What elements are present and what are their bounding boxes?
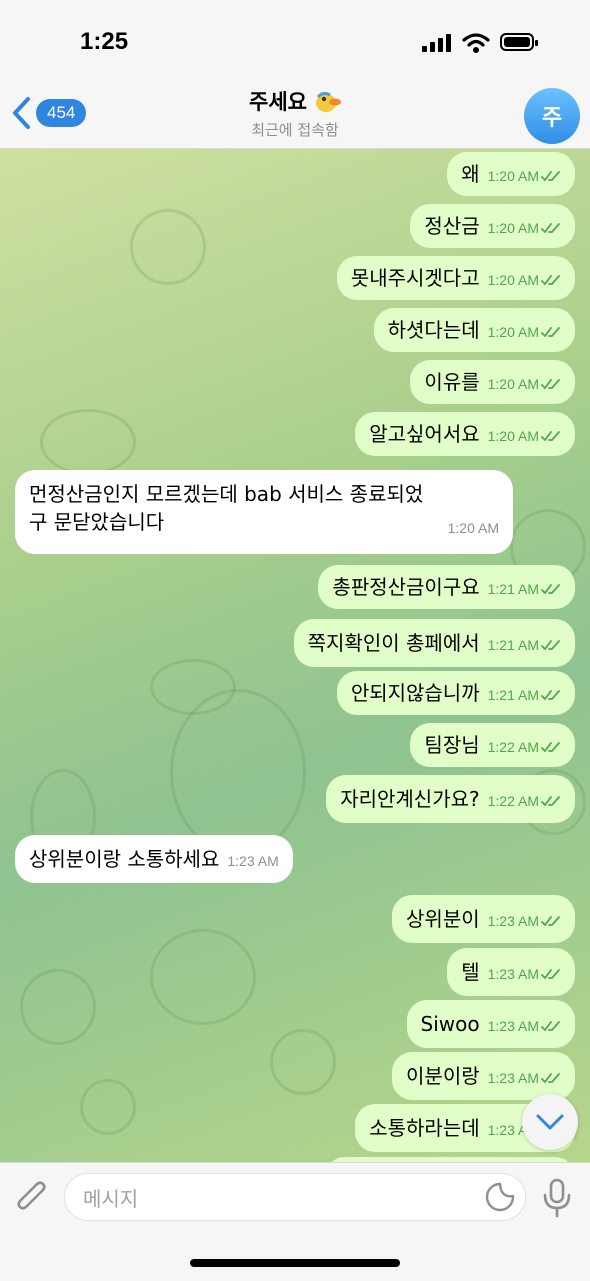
background-doodle [170, 689, 306, 855]
message-text: 이분이랑 [406, 1064, 480, 1088]
signal-icon [422, 34, 451, 52]
message-time: 1:23 AM [227, 853, 279, 869]
message-time: 1:20 AM [487, 376, 539, 392]
double-check-icon [541, 796, 560, 807]
double-check-icon [541, 690, 560, 701]
message-bubble-outgoing[interactable]: 이분이랑 1:23 AM [392, 1052, 575, 1100]
message-text: 텔 [461, 960, 480, 984]
double-check-icon [541, 916, 560, 927]
message-text: 안되지않습니까 [350, 681, 480, 705]
double-check-icon [541, 275, 560, 286]
message-time: 1:21 AM [487, 687, 539, 703]
message-text: 소통하라는데 [369, 1116, 480, 1140]
double-check-icon [541, 584, 560, 595]
microphone-icon[interactable] [542, 1177, 572, 1219]
battery-icon [500, 33, 538, 51]
message-bubble-incoming[interactable]: 상위분이랑 소통하세요 1:23 AM [15, 835, 293, 883]
message-bubble-outgoing[interactable]: 안되지않습니까 1:21 AM [336, 671, 575, 715]
message-text: 못내주시겟다고 [350, 266, 480, 290]
message-time: 1:20 AM [487, 428, 539, 444]
message-bubble-outgoing[interactable]: 왜 1:20 AM [447, 152, 575, 196]
message-text: Siwoo [420, 1012, 480, 1036]
status-bar: 1:25 [0, 0, 590, 80]
message-time: 1:22 AM [487, 739, 539, 755]
message-text: 왜 [461, 162, 480, 186]
background-doodle [20, 969, 96, 1045]
message-bubble-incoming[interactable]: 먼정산금인지 모르겠는데 bab 서비스 종료되었 구 문닫았습니다 1:20 … [15, 470, 513, 554]
last-seen-status: 최근에 접속함 [251, 121, 339, 139]
sticker-icon[interactable] [484, 1181, 516, 1213]
message-time: 1:20 AM [487, 324, 539, 340]
back-button[interactable]: 454 [10, 96, 87, 130]
background-doodle [150, 929, 256, 1025]
message-time: 1:20 AM [487, 168, 539, 184]
double-check-icon [541, 223, 560, 234]
message-text-line: 먼정산금인지 모르겠는데 bab 서비스 종료되었 [29, 482, 424, 506]
message-time: 1:23 AM [487, 913, 539, 929]
chat-header: 454 주세요 최근에 접속함 주 [0, 80, 590, 149]
avatar[interactable]: 주 [524, 88, 580, 144]
double-check-icon [541, 969, 560, 980]
message-bubble-outgoing[interactable]: 자리안계신가요? 1:22 AM [326, 775, 575, 823]
message-text: 쪽지확인이 총페에서 [307, 631, 480, 655]
background-doodle [40, 409, 136, 475]
message-time: 1:23 AM [487, 966, 539, 982]
message-text: 상위분이랑 소통하세요 [29, 847, 220, 871]
message-bubble-outgoing[interactable]: 쪽지확인이 총페에서 1:21 AM [293, 619, 575, 667]
background-doodle [270, 1029, 336, 1095]
message-input[interactable]: 메시지 [64, 1173, 526, 1221]
background-doodle [80, 1079, 136, 1135]
chevron-left-icon [13, 97, 30, 129]
message-text: 하셧다는데 [387, 318, 480, 342]
message-time: 1:20 AM [487, 272, 539, 288]
message-bubble-outgoing[interactable]: 팀장님 1:22 AM [410, 723, 575, 767]
message-text: 정산금 [424, 214, 480, 238]
message-bubble-outgoing[interactable]: 알고싶어서요 1:20 AM [355, 412, 575, 456]
message-time: 1:23 AM [487, 1070, 539, 1086]
unread-count-badge: 454 [36, 99, 87, 127]
chat-title-area[interactable]: 주세요 최근에 접속함 [150, 86, 440, 140]
message-bubble-outgoing[interactable]: Siwoo 1:23 AM [406, 1000, 575, 1048]
message-text: 이유를 [424, 370, 480, 394]
double-check-icon [541, 1073, 560, 1084]
message-bubble-outgoing[interactable]: 정산금 1:20 AM [410, 204, 575, 248]
double-check-icon [541, 171, 560, 182]
paperclip-icon[interactable] [14, 1178, 50, 1218]
chevron-down-icon [536, 1114, 564, 1130]
message-bubble-outgoing[interactable]: 총판정산금이구요 1:21 AM [318, 565, 575, 609]
composer-bar: 메시지 [0, 1162, 590, 1281]
message-time: 1:21 AM [487, 637, 539, 653]
double-check-icon [541, 379, 560, 390]
double-check-icon [541, 640, 560, 651]
message-text: 총판정산금이구요 [332, 575, 480, 599]
wifi-icon [462, 33, 490, 53]
message-bubble-outgoing[interactable]: 이유를 1:20 AM [410, 360, 575, 404]
message-text: 상위분이 [406, 907, 480, 931]
message-time: 1:23 AM [487, 1018, 539, 1034]
message-bubble-outgoing[interactable]: 못내주시겟다고 1:20 AM [336, 256, 575, 300]
message-list[interactable]: 왜 1:20 AM 정산금 1:20 AM 못내주시겟다고 1:20 AM 하셧다는데… [0, 149, 590, 1162]
message-time: 1:20 AM [447, 520, 499, 536]
message-text: 자리안계신가요? [340, 787, 480, 811]
message-text-line: 구 문닫았습니다 [29, 510, 165, 534]
background-doodle [130, 209, 206, 285]
message-bubble-outgoing[interactable]: 텔 1:23 AM [447, 948, 575, 996]
double-check-icon [541, 431, 560, 442]
message-bubble-outgoing[interactable]: 상위분이 1:23 AM [392, 895, 575, 943]
message-text: 팀장님 [424, 733, 480, 757]
scroll-to-bottom-button[interactable] [522, 1094, 578, 1150]
duck-emoji-icon [315, 91, 341, 112]
chat-title: 주세요 [249, 90, 307, 114]
double-check-icon [541, 327, 560, 338]
message-time: 1:22 AM [487, 793, 539, 809]
message-time: 1:20 AM [487, 220, 539, 236]
message-text: 알고싶어서요 [369, 422, 480, 446]
message-time: 1:21 AM [487, 581, 539, 597]
double-check-icon [541, 1021, 560, 1032]
status-time: 1:25 [80, 28, 129, 55]
double-check-icon [541, 742, 560, 753]
home-indicator [190, 1259, 400, 1267]
message-bubble-outgoing[interactable]: 하셧다는데 1:20 AM [373, 308, 575, 352]
